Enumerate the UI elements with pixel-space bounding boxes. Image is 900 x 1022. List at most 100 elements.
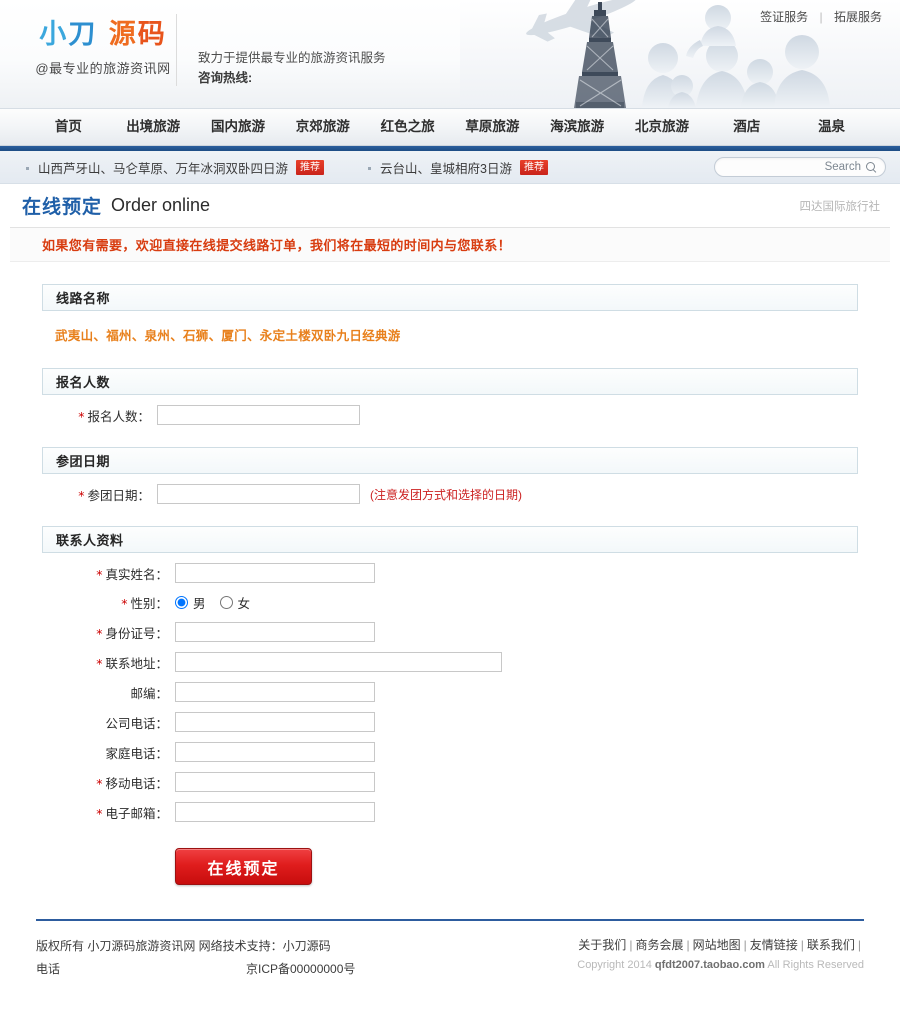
notice-banner: 如果您有需要，欢迎直接在线提交线路订单，我们将在最短的时间内与您联系！ [10,228,890,262]
section-heading-date: 参团日期 [42,447,858,474]
header-top-links: 签证服务 | 拓展服务 [760,8,882,25]
nav-item-home[interactable]: 首页 [26,109,111,145]
nav-item-red-tour[interactable]: 红色之旅 [365,109,450,145]
id-number-input[interactable] [175,622,375,642]
footer-link-about[interactable]: 关于我们 [578,938,626,952]
ticker-item-2[interactable]: 云台山、皇城相府3日游 推荐 [368,158,548,177]
gender-radio-male[interactable] [175,596,188,609]
tour-date-hint: (注意发团方式和选择的日期) [370,487,522,502]
nav-item-grassland[interactable]: 草原旅游 [450,109,535,145]
bullet-icon [368,166,372,170]
gender-label-male: 男 [193,597,206,611]
footer-link-friendlinks[interactable]: 友情链接 [750,938,798,952]
contact-fields: * 真实姓名： * 性别： 男 女 * 身份证号： * 联系地址： 邮编： 公司… [42,563,858,885]
label-text: 家庭电话： [105,746,168,761]
ticker-item-1[interactable]: 山西芦牙山、马仑草原、万年冰洞双卧四日游 推荐 [26,158,325,177]
footer-copyright: Copyright 2014 qfdt2007.taobao.com All R… [577,959,864,971]
address-input[interactable] [175,652,502,672]
required-marker: * [96,655,103,671]
copyright-suffix: All Rights Reserved [767,959,864,971]
agency-name: 四达国际旅行社 [799,200,881,213]
tour-date-input[interactable] [157,484,360,504]
label-address: * 联系地址： [42,653,175,672]
nav-item-hotspring[interactable]: 温泉 [789,109,874,145]
real-name-input[interactable] [175,563,375,583]
gender-radio-female[interactable] [219,596,233,609]
search-icon[interactable] [866,161,877,173]
section-heading-route: 线路名称 [42,284,858,311]
nav-list: 首页 出境旅游 国内旅游 京郊旅游 红色之旅 草原旅游 海滨旅游 北京旅游 酒店… [0,109,900,145]
promo-ticker-list: 山西芦牙山、马仑草原、万年冰洞双卧四日游 推荐 云台山、皇城相府3日游 推荐 [0,158,592,177]
email-input[interactable] [175,802,375,822]
gender-label-female: 女 [237,597,251,611]
footer-right: 关于我们 | 商务会展 | 网站地图 | 友情链接 | 联系我们 | Copyright 2014… [577,935,864,971]
top-link-expansion[interactable]: 拓展服务 [834,10,882,24]
footer-link-contact[interactable]: 联系我们 [807,938,855,952]
promo-ticker-bar: 山西芦牙山、马仑草原、万年冰洞双卧四日游 推荐 云台山、皇城相府3日游 推荐 S… [0,151,900,184]
mobile-phone-input[interactable] [175,772,375,792]
field-row-mobile-phone: * 移动电话： [42,772,858,792]
label-text: 移动电话： [105,776,168,791]
footer-link-sitemap[interactable]: 网站地图 [693,938,741,952]
submit-order-button[interactable]: 在线预定 [175,848,312,885]
label-text: 公司电话： [105,716,168,731]
required-marker: * [96,625,103,641]
footer-link-expo[interactable]: 商务会展 [635,938,683,952]
required-marker: * [121,596,128,611]
section-heading-contact: 联系人资料 [42,526,858,553]
logo-tagline: @最专业的旅游资讯网 [35,61,171,76]
top-link-visa[interactable]: 签证服务 [760,10,808,24]
label-company-phone: 公司电话： [42,713,175,732]
header-slogan: 致力于提供最专业的旅游资讯服务 咨询热线: [198,48,386,88]
home-phone-input[interactable] [175,742,375,762]
ticker-link-2[interactable]: 云台山、皇城相府3日游 [380,158,512,177]
field-row-tour-date: * 参团日期： (注意发团方式和选择的日期) [42,484,858,504]
field-row-postcode: 邮编： [42,682,858,702]
top-links-separator: | [819,10,823,24]
nav-item-seaside[interactable]: 海滨旅游 [535,109,620,145]
required-marker: * [78,408,85,424]
nav-item-hotel[interactable]: 酒店 [704,109,789,145]
site-footer: 版权所有 小刀源码旅游资讯网 网络技术支持：小刀源码 电话 京ICP备00000… [10,921,890,991]
footer-links: 关于我们 | 商务会展 | 网站地图 | 友情链接 | 联系我们 | [577,935,864,955]
field-row-email: * 电子邮箱： [42,802,858,822]
company-phone-input[interactable] [175,712,375,732]
copyright-prefix: Copyright 2014 [577,959,652,971]
required-marker: * [96,566,103,582]
page-title-cn: 在线预定 [22,197,103,218]
people-count-input[interactable] [157,405,360,425]
label-text: 参团日期： [87,488,150,503]
nav-item-outbound[interactable]: 出境旅游 [111,109,196,145]
header-divider [176,14,177,86]
label-email: * 电子邮箱： [42,803,175,822]
logo-char-2: 刀 [68,19,98,50]
logo-char-1: 小 [39,19,69,50]
label-id-number: * 身份证号： [42,623,175,642]
route-name-value: 武夷山、福州、泉州、石狮、厦门、永定土楼双卧九日经典游 [55,329,401,343]
site-logo[interactable]: 小刀 源码 @最专业的旅游资讯网 [28,18,178,77]
required-marker: * [96,805,103,821]
nav-item-domestic[interactable]: 国内旅游 [196,109,281,145]
logo-wordmark: 小刀 源码 [28,18,178,52]
search-box[interactable]: Search [714,157,886,177]
field-row-id-number: * 身份证号： [42,622,858,642]
page-title-en: Order online [111,195,211,215]
ticker-link-1[interactable]: 山西芦牙山、马仑草原、万年冰洞双卧四日游 [38,158,288,177]
gender-radio-group: 男 女 [175,593,264,612]
site-header: 签证服务 | 拓展服务 小刀 源码 @最专业的旅游资讯网 致力于提供最专业的旅游… [0,0,900,108]
footer-phone-label: 电话 [36,962,61,976]
label-text: 报名人数： [87,409,150,424]
nav-item-suburban[interactable]: 京郊旅游 [280,109,365,145]
gender-option-male[interactable]: 男 [175,593,206,612]
nav-item-beijing[interactable]: 北京旅游 [620,109,705,145]
logo-char-3: 源 [108,19,138,50]
label-text: 邮编： [130,686,168,701]
field-row-gender: * 性别： 男 女 [42,593,858,612]
field-row-company-phone: 公司电话： [42,712,858,732]
postcode-input[interactable] [175,682,375,702]
label-real-name: * 真实姓名： [42,564,175,583]
order-form: 线路名称 武夷山、福州、泉州、石狮、厦门、永定土楼双卧九日经典游 报名人数 * 报… [10,262,890,885]
gender-option-female[interactable]: 女 [219,593,251,612]
